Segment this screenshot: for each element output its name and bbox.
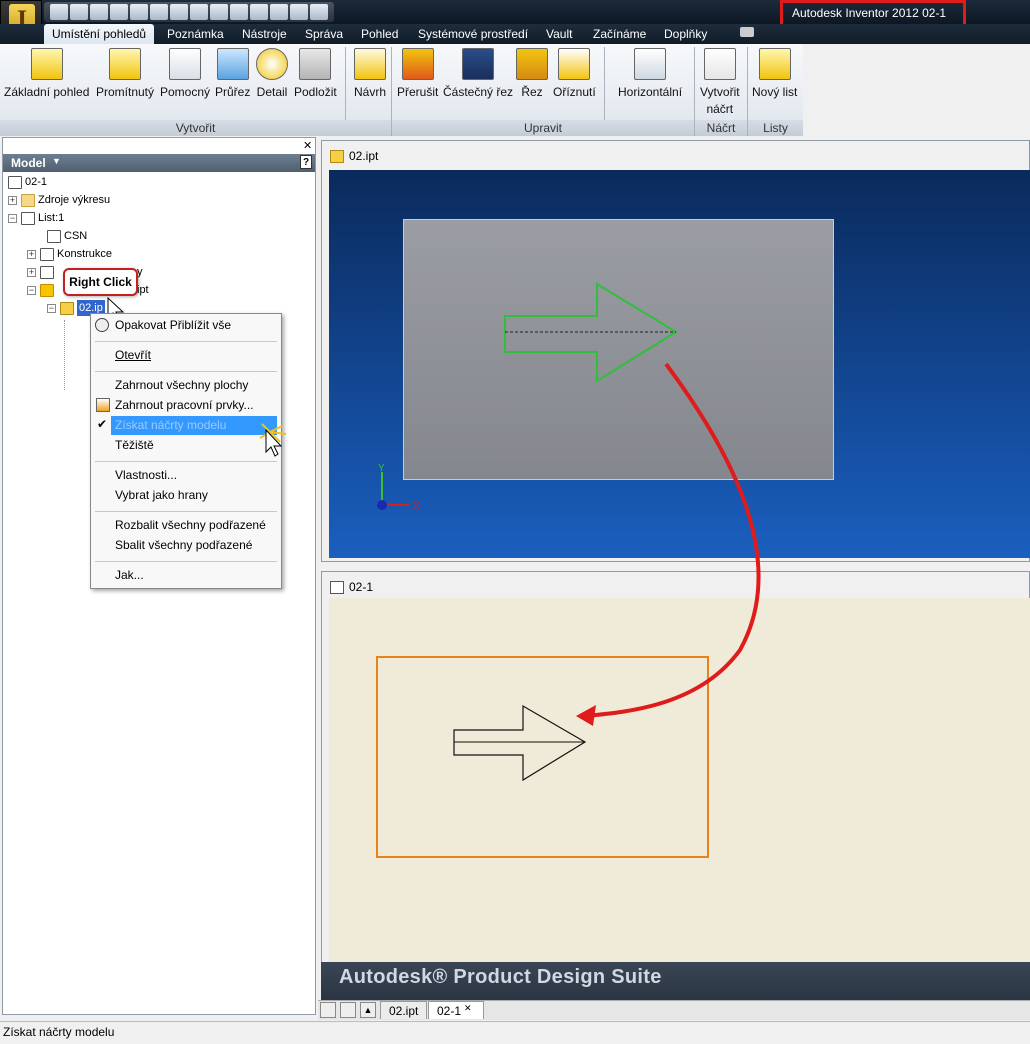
tab-list-icon[interactable]: ▲ <box>360 1002 376 1018</box>
red-arrowhead <box>576 705 596 726</box>
tile-windows-icon[interactable] <box>320 1002 336 1018</box>
doc-tab-part[interactable]: 02.ipt <box>380 1001 428 1019</box>
annotation-overlay <box>576 362 761 726</box>
close-tab-icon[interactable]: ✕ <box>464 1003 472 1014</box>
status-bar: Získat náčrty modelu <box>0 1021 1030 1044</box>
cascade-icon[interactable] <box>340 1002 356 1018</box>
doc-tab-drawing[interactable]: 02-1 <box>428 1001 485 1019</box>
red-curved-arrow <box>584 362 761 718</box>
